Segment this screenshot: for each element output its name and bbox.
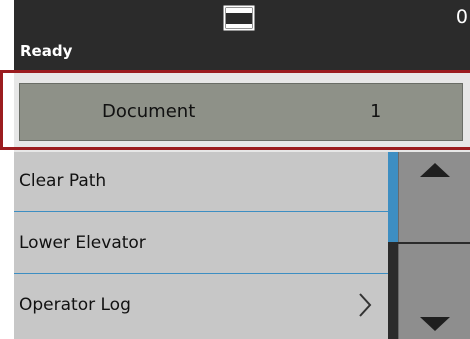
menu-list: Clear Path Lower Elevator Operator Log	[14, 152, 388, 339]
scroll-up-button[interactable]	[398, 152, 470, 242]
status-text: Ready	[20, 42, 73, 60]
menu-item-label: Lower Elevator	[19, 233, 146, 253]
selection-band: Document 1	[14, 70, 470, 152]
menu-item-clear-path[interactable]: Clear Path	[14, 152, 388, 212]
output-tray-icon	[223, 5, 255, 31]
scroll-down-button[interactable]	[398, 244, 470, 339]
scroll-track[interactable]	[388, 242, 398, 339]
arrow-down-icon	[420, 317, 450, 331]
arrow-up-icon	[420, 163, 450, 177]
chevron-right-icon	[359, 293, 372, 317]
menu-item-operator-log[interactable]: Operator Log	[14, 276, 388, 339]
menu-item-label: Clear Path	[19, 171, 107, 191]
scanner-control-panel: 0 Ready Document 1 Clear Path Lower Elev…	[0, 0, 470, 339]
menu-item-lower-elevator[interactable]: Lower Elevator	[14, 214, 388, 274]
status-header: 0 Ready	[14, 0, 470, 70]
document-label: Document	[102, 101, 196, 122]
document-counter: 0	[455, 6, 468, 28]
menu-item-label: Operator Log	[19, 295, 131, 315]
document-count: 1	[370, 101, 381, 122]
scroll-position-indicator[interactable]	[388, 152, 398, 242]
document-button[interactable]: Document 1	[19, 83, 463, 141]
